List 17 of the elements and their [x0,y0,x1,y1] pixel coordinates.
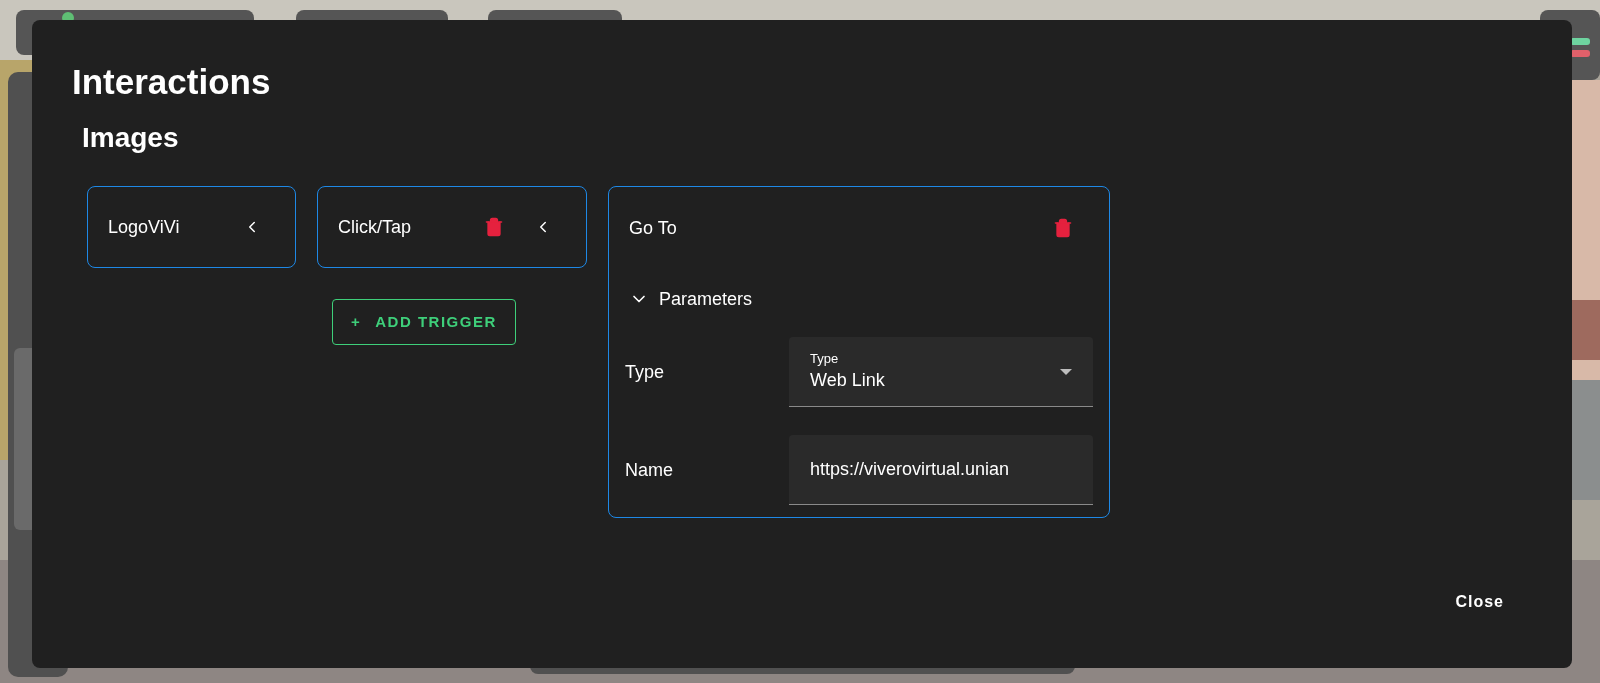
type-select[interactable]: Type Web Link [789,337,1093,407]
trash-icon[interactable] [484,217,504,237]
dialog-title: Interactions [72,61,271,103]
name-field[interactable]: https://viverovirtual.unian [789,435,1093,505]
dropdown-arrow-icon [1060,368,1072,375]
object-name: LogoViVi [108,215,180,239]
trigger-name: Click/Tap [338,215,412,239]
object-card[interactable]: LogoViVi [87,186,296,268]
trigger-card[interactable]: Click/Tap [317,186,587,268]
section-heading: Images [82,121,179,155]
close-button[interactable]: Close [1447,586,1512,618]
parameters-toggle[interactable]: Parameters [629,269,753,329]
trash-icon[interactable] [1053,218,1073,238]
field-label: Type [625,360,666,384]
action-name: Go To [629,216,677,240]
field-label: Name [625,458,674,482]
add-trigger-button[interactable]: + ADD TRIGGER [332,299,516,345]
